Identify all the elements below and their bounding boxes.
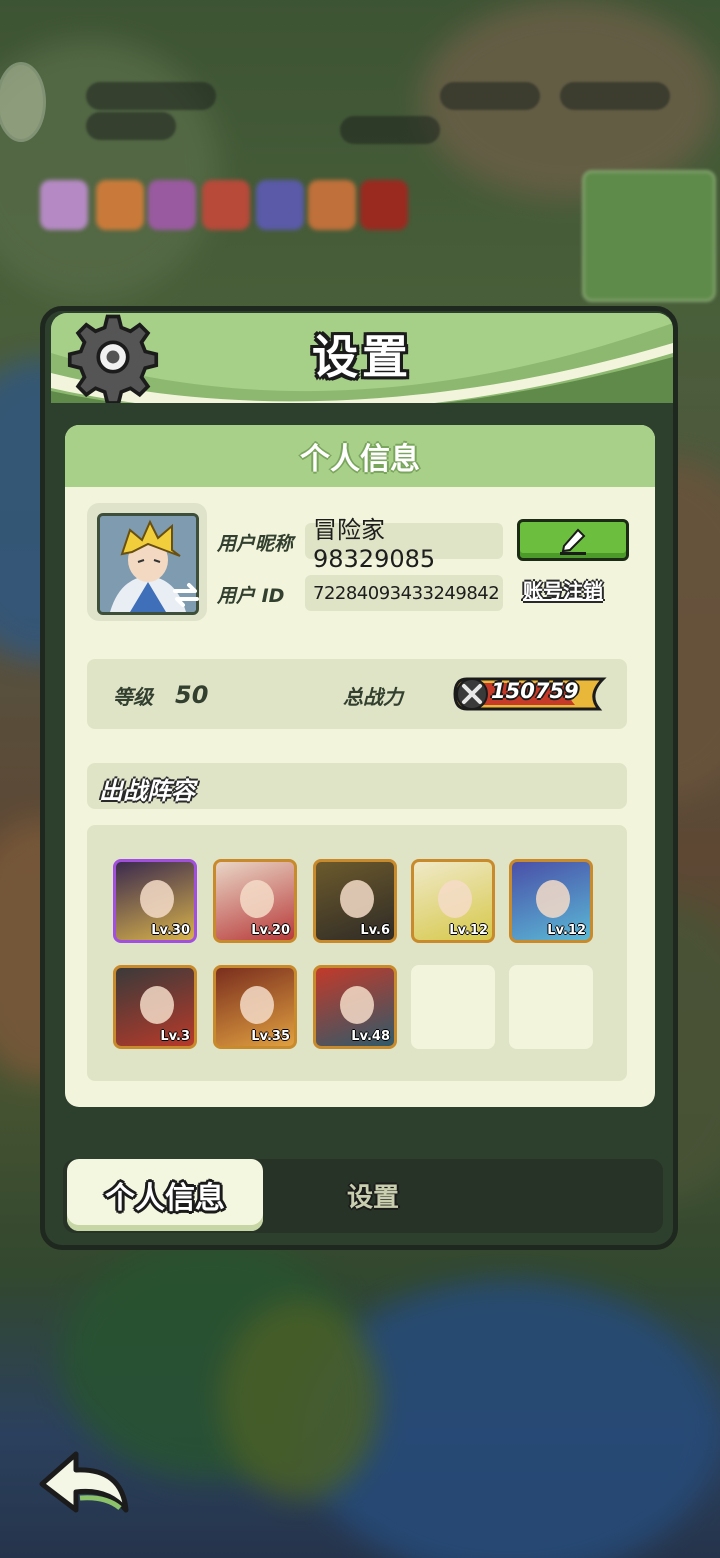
hud-hero (96, 180, 144, 230)
hud-resource (86, 112, 176, 140)
user-id-label: 用户 ID (217, 585, 285, 607)
hero-portrait (240, 880, 274, 918)
profile-card: 个人信息 用户昵称 冒险家98329085 用户 ID 722840934332… (65, 425, 655, 1107)
empty-hero-slot[interactable] (411, 965, 495, 1049)
nickname-label: 用户昵称 (217, 533, 294, 555)
profile-card-header: 个人信息 (65, 425, 655, 487)
hud-hero (308, 180, 356, 230)
minimap (582, 170, 716, 302)
tab-settings-label: 设置 (346, 1182, 399, 1213)
hero-slot[interactable]: Lv.30 (113, 859, 197, 943)
hero-slot[interactable]: Lv.3 (113, 965, 197, 1049)
settings-panel: 设置 个人信息 用户昵称 冒险家98329085 用户 ID 722840934… (40, 306, 678, 1250)
level-label: 等级 (113, 685, 153, 709)
edit-pencil-icon (560, 528, 586, 555)
hud-hero (202, 180, 250, 230)
hero-slot[interactable]: Lv.20 (213, 859, 297, 943)
hero-slot[interactable]: Lv.12 (411, 859, 495, 943)
stats-row: 等级 50 总战力 150759 (87, 659, 627, 729)
tab-settings[interactable]: 设置 (303, 1159, 443, 1231)
empty-hero-slot[interactable] (509, 965, 593, 1049)
hud-hero (148, 180, 196, 230)
hero-portrait (140, 986, 174, 1024)
hero-level: Lv.12 (449, 923, 488, 938)
nickname-field: 冒险家98329085 (305, 516, 503, 573)
power-badge: 150759 (453, 675, 607, 713)
hero-level: Lv.20 (251, 923, 290, 938)
hud-hero (256, 180, 304, 230)
lineup-title: 出战阵容 (99, 777, 195, 805)
hero-level: Lv.12 (547, 923, 586, 938)
avatar[interactable] (87, 503, 207, 621)
lineup-grid: Lv.30 Lv.20 Lv.6 Lv.12 Lv.12 Lv.3 Lv.35 Lv.48 (87, 825, 627, 1081)
panel-title: 设置 (312, 330, 412, 384)
hero-portrait (340, 986, 374, 1024)
panel-header: 设置 (51, 313, 673, 403)
hud-hero (360, 180, 408, 230)
hud-avatar (0, 62, 46, 142)
hero-slot[interactable]: Lv.35 (213, 965, 297, 1049)
hud-resource (440, 82, 540, 110)
hero-portrait (438, 880, 472, 918)
swap-icon (173, 583, 199, 607)
power-value: 150759 (491, 679, 579, 703)
power-label: 总战力 (343, 685, 403, 709)
hud-resource (340, 116, 440, 144)
lineup-header: 出战阵容 (87, 763, 627, 809)
hud-hero (40, 180, 88, 230)
hero-slot[interactable]: Lv.12 (509, 859, 593, 943)
hero-level: Lv.6 (360, 923, 390, 938)
hero-portrait (240, 986, 274, 1024)
hero-portrait (140, 880, 174, 918)
hero-level: Lv.3 (160, 1029, 190, 1044)
hero-portrait (536, 880, 570, 918)
tab-profile[interactable]: 个人信息 (67, 1159, 263, 1231)
edit-nickname-button[interactable] (517, 519, 629, 561)
user-id-field: 72284093433249842 (305, 575, 503, 611)
hero-level: Lv.48 (351, 1029, 390, 1044)
background-hud (0, 0, 720, 302)
profile-section-title: 个人信息 (300, 442, 420, 477)
hero-portrait (340, 880, 374, 918)
hero-slot[interactable]: Lv.6 (313, 859, 397, 943)
hero-level: Lv.30 (151, 923, 190, 938)
back-arrow-icon[interactable] (36, 1448, 132, 1522)
level-value: 50 (175, 681, 209, 709)
tab-profile-label: 个人信息 (105, 1181, 225, 1216)
crossed-swords-icon (456, 678, 488, 710)
bottom-tabbar: 个人信息 设置 (63, 1159, 663, 1233)
hud-resource (86, 82, 216, 110)
hud-resource (560, 82, 670, 110)
hero-level: Lv.35 (251, 1029, 290, 1044)
cancel-account-link[interactable]: 账号注销 (523, 575, 603, 604)
hero-slot[interactable]: Lv.48 (313, 965, 397, 1049)
